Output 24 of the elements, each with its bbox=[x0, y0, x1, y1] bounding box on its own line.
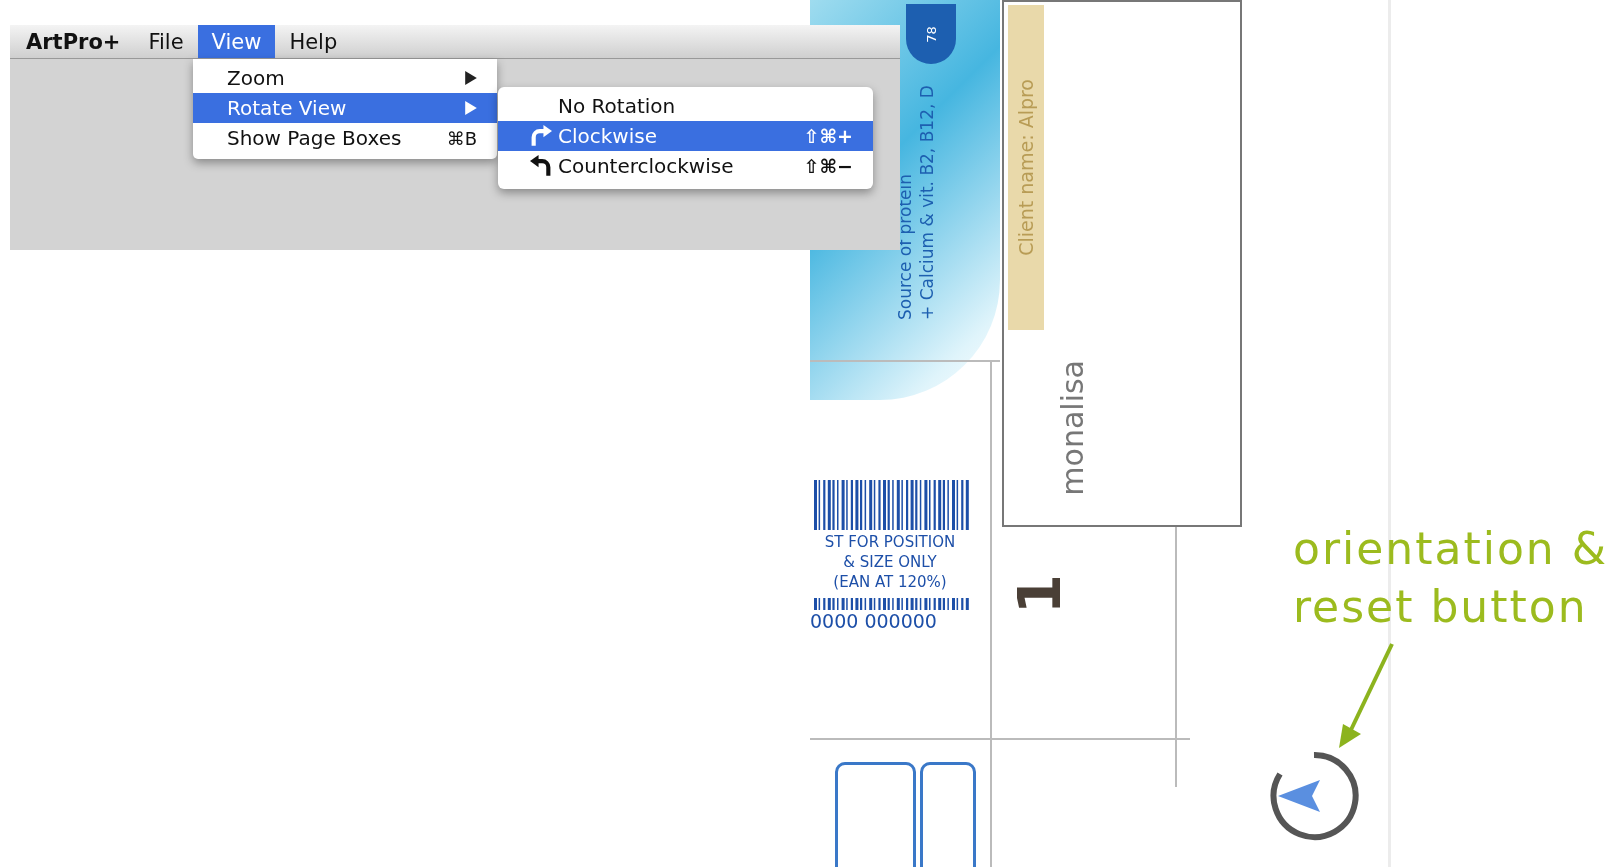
annotation-text: reset button bbox=[1293, 580, 1589, 634]
menu-bar-item[interactable]: ArtPro+ bbox=[12, 25, 135, 58]
claim-text: + Calcium & vit. B2, B12, D bbox=[917, 84, 937, 320]
client-strip: Client name: Alpro bbox=[1008, 5, 1044, 330]
menu-item[interactable]: Rotate View bbox=[193, 93, 497, 123]
calorie-badge: 78 bbox=[906, 4, 956, 64]
menu-item[interactable]: Counterclockwise ⇧⌘− bbox=[498, 151, 873, 181]
orientation-reset-button[interactable] bbox=[1268, 750, 1360, 842]
logo-text: monalisa bbox=[1055, 360, 1090, 496]
submenu-arrow-icon bbox=[465, 71, 477, 85]
page-number: 1 bbox=[1006, 573, 1075, 615]
annotation-text: orientation & bbox=[1293, 522, 1608, 576]
barcode-number: 0000 000000 bbox=[810, 610, 937, 632]
barcode-caption: (EAN AT 120%) bbox=[833, 572, 947, 592]
menu-item[interactable]: Zoom bbox=[193, 63, 497, 93]
menu-item[interactable]: No Rotation bbox=[498, 91, 873, 121]
menu-item[interactable]: Clockwise ⇧⌘+ bbox=[498, 121, 873, 151]
menu-item[interactable]: Show Page Boxes ⌘B bbox=[193, 123, 497, 153]
submenu-arrow-icon bbox=[465, 101, 477, 115]
menu-bar-item[interactable]: File bbox=[134, 25, 198, 58]
barcode-caption: & SIZE ONLY bbox=[843, 552, 937, 572]
menu-bar-item[interactable]: Help bbox=[275, 25, 352, 58]
barcode-caption: ST FOR POSITION bbox=[824, 532, 956, 552]
menu-bar-item[interactable]: View bbox=[197, 25, 276, 58]
